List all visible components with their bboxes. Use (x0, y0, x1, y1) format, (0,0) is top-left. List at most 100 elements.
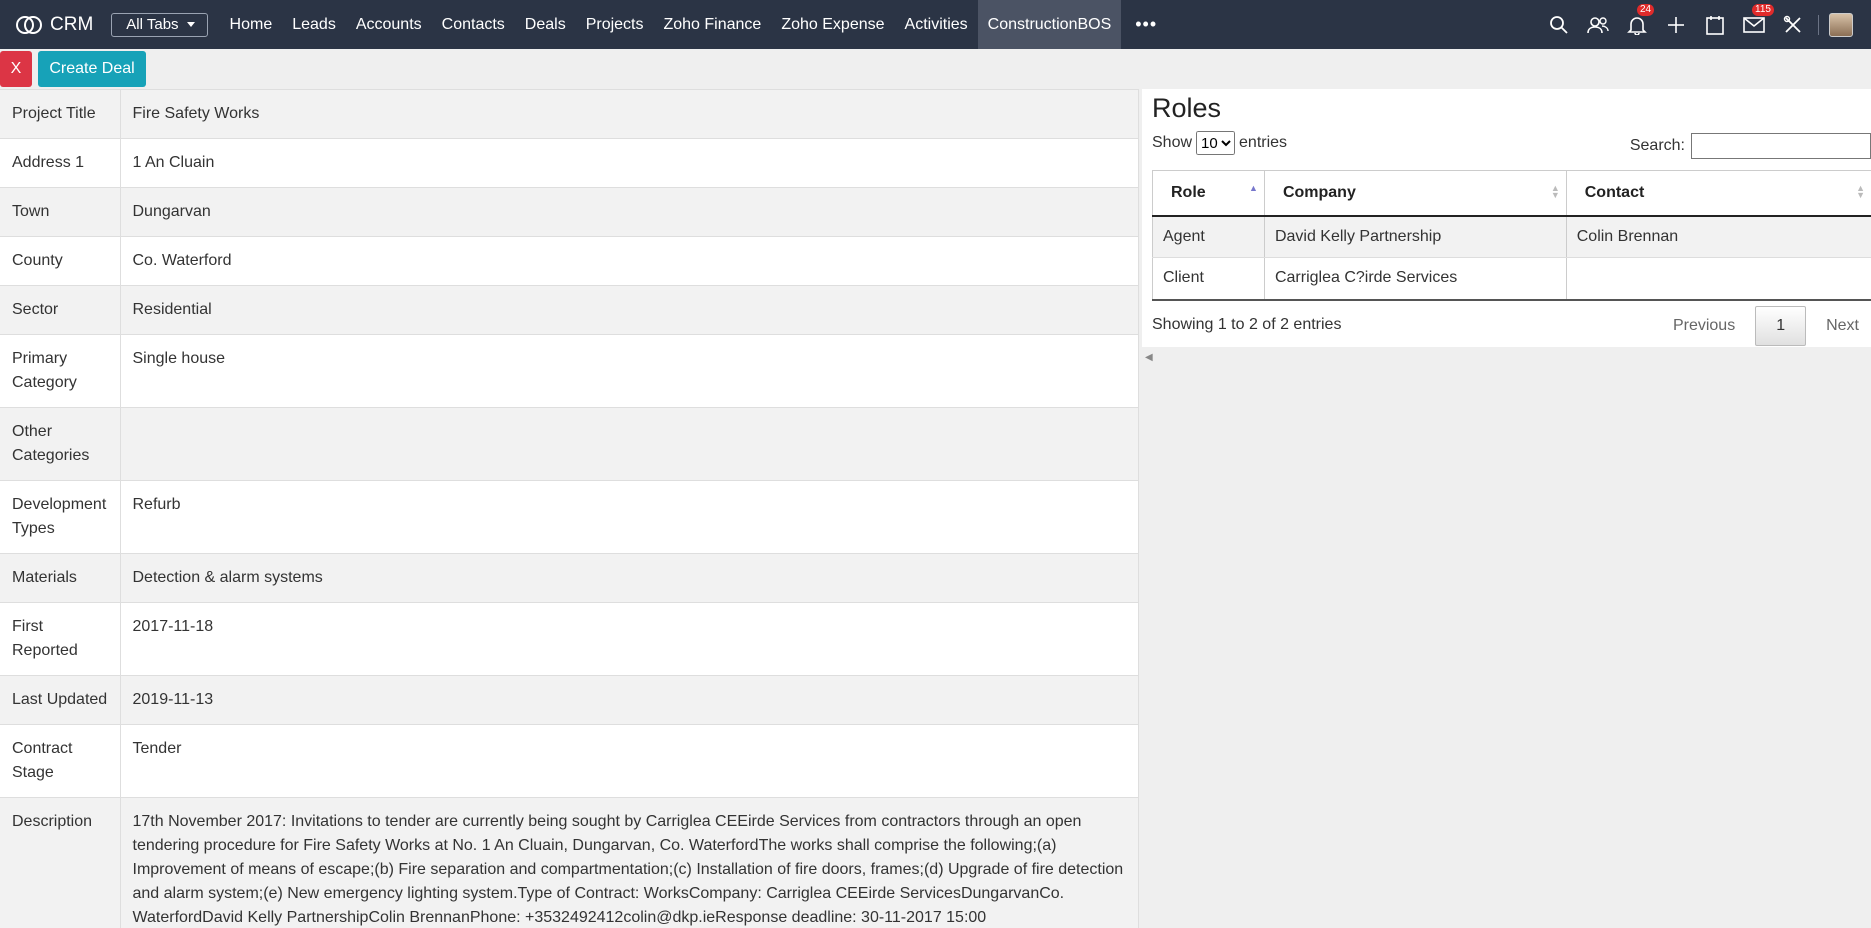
page-length-select[interactable]: 10 (1196, 131, 1236, 155)
detail-value: 17th November 2017: Invitations to tende… (120, 797, 1139, 928)
sort-asc-icon: ▲ (1249, 183, 1258, 193)
contacts-icon (1586, 16, 1609, 33)
more-tabs-button[interactable]: ••• (1121, 14, 1171, 35)
detail-value: Fire Safety Works (120, 89, 1139, 139)
search-control: Search: (1630, 133, 1871, 159)
top-nav-bar: CRM All Tabs Home Leads Accounts Contact… (0, 0, 1871, 49)
table-cell-role: Agent (1152, 215, 1265, 258)
detail-label: County (0, 236, 121, 286)
detail-row: Contract Stage Tender (0, 724, 1139, 798)
previous-page-button[interactable]: Previous (1661, 306, 1747, 346)
detail-row: Materials Detection & alarm systems (0, 553, 1139, 603)
top-nav-actions: 24 115 (1539, 0, 1871, 49)
detail-row: County Co. Waterford (0, 236, 1139, 286)
search-input[interactable] (1691, 133, 1871, 159)
sort-both-icon: ▲ ▼ (1550, 183, 1560, 200)
search-button[interactable] (1539, 0, 1578, 49)
detail-row: First Reported 2017-11-18 (0, 602, 1139, 676)
all-tabs-dropdown[interactable]: All Tabs (111, 12, 208, 37)
page-length-control: Show 10 entries (1152, 131, 1287, 155)
detail-label: Primary Category (0, 334, 121, 408)
chevron-down-icon (186, 22, 195, 27)
sort-both-icon: ▲ ▼ (1856, 183, 1865, 200)
roles-title: Roles (1152, 93, 1222, 123)
create-deal-button[interactable]: Create Deal (38, 51, 146, 87)
show-label: Show (1152, 134, 1193, 151)
setup-button[interactable] (1773, 0, 1812, 49)
tab-zoho-finance[interactable]: Zoho Finance (653, 0, 771, 49)
column-header-company[interactable]: Company ▲ ▼ (1263, 170, 1567, 217)
calendar-button[interactable] (1695, 0, 1734, 49)
detail-label: Address 1 (0, 138, 121, 188)
column-header-role[interactable]: Role ▲ (1152, 170, 1265, 217)
detail-row: Last Updated 2019-11-13 (0, 675, 1139, 725)
collapse-left-icon[interactable]: ◀ (1145, 352, 1153, 363)
mail-button[interactable]: 115 (1734, 0, 1774, 49)
detail-label: Other Categories (0, 407, 121, 481)
roles-table: Role ▲ Company ▲ ▼ Contact ▲ ▼ Agent David Ke… (1152, 170, 1871, 301)
detail-value: Detection & alarm systems (120, 553, 1139, 603)
detail-row: Development Types Refurb (0, 480, 1139, 554)
detail-label: Town (0, 187, 121, 237)
page-button-current[interactable]: 1 (1755, 306, 1807, 346)
tab-constructionbos[interactable]: ConstructionBOS (977, 0, 1122, 49)
nav-divider (1818, 14, 1819, 35)
tab-projects[interactable]: Projects (576, 0, 654, 49)
search-label: Search: (1629, 137, 1685, 154)
nav-tabs: Home Leads Accounts Contacts Deals Proje… (220, 0, 1122, 49)
all-tabs-label: All Tabs (126, 16, 179, 33)
entries-label: entries (1239, 134, 1288, 151)
add-button[interactable] (1656, 0, 1695, 49)
detail-row: Address 11 An Cluain (0, 138, 1139, 188)
tab-activities[interactable]: Activities (895, 0, 978, 49)
detail-label: First Reported (0, 602, 121, 676)
detail-label: Last Updated (0, 675, 121, 725)
close-button[interactable]: X (0, 51, 32, 87)
table-cell-company: Carriglea C?irde Services (1263, 257, 1567, 301)
detail-row: Primary Category Single house (0, 334, 1139, 408)
crm-logo[interactable]: CRM (16, 0, 93, 49)
detail-row: Other Categories (0, 407, 1139, 481)
next-page-button[interactable]: Next (1814, 306, 1871, 346)
column-header-label: Role (1171, 183, 1206, 201)
detail-label: Development Types (0, 480, 121, 554)
project-details-table: Project Title Fire Safety Works Address 11… (0, 89, 1139, 928)
mail-badge: 115 (1752, 4, 1774, 16)
table-row[interactable]: Client Carriglea C?irde Services (1152, 257, 1871, 301)
tab-deals[interactable]: Deals (515, 0, 576, 49)
detail-row: Description 17th November 2017: Invitatio… (0, 797, 1139, 928)
column-header-contact[interactable]: Contact ▲ ▼ (1565, 170, 1871, 217)
detail-label: Description (0, 797, 121, 928)
detail-value: 2019-11-13 (120, 675, 1139, 725)
detail-value: Refurb (120, 480, 1139, 554)
bell-icon (1626, 16, 1647, 35)
details-divider (1138, 89, 1139, 928)
zoho-crm-logo-icon (16, 15, 42, 34)
notifications-button[interactable]: 24 (1617, 0, 1656, 49)
column-header-label: Company (1282, 183, 1356, 201)
detail-row: Sector Residential (0, 285, 1139, 335)
table-cell-role: Client (1152, 257, 1265, 301)
tab-leads[interactable]: Leads (282, 0, 346, 49)
tab-contacts[interactable]: Contacts (432, 0, 515, 49)
detail-row: Project Title Fire Safety Works (0, 89, 1139, 139)
table-row[interactable]: Agent David Kelly Partnership Colin Bren… (1152, 215, 1871, 258)
detail-value: Single house (120, 334, 1139, 408)
detail-value: Dungarvan (120, 187, 1139, 237)
column-header-label: Contact (1584, 183, 1645, 201)
detail-value: Tender (120, 724, 1139, 798)
detail-label: Contract Stage (0, 724, 121, 798)
tab-zoho-expense[interactable]: Zoho Expense (771, 0, 894, 49)
tab-accounts[interactable]: Accounts (346, 0, 432, 49)
roles-panel: Roles Show 10 entries Search: Role ▲ Comp… (1142, 89, 1871, 347)
table-cell-company: David Kelly Partnership (1263, 215, 1567, 258)
plus-icon (1667, 16, 1684, 33)
contacts-button[interactable] (1578, 0, 1617, 49)
detail-value: Residential (120, 285, 1139, 335)
detail-value: 2017-11-18 (120, 602, 1139, 676)
tab-home[interactable]: Home (220, 0, 283, 49)
avatar[interactable] (1829, 12, 1853, 37)
pagination: Previous 1 Next (1661, 306, 1871, 346)
table-info: Showing 1 to 2 of 2 entries (1152, 316, 1342, 333)
app-name: CRM (50, 13, 94, 35)
